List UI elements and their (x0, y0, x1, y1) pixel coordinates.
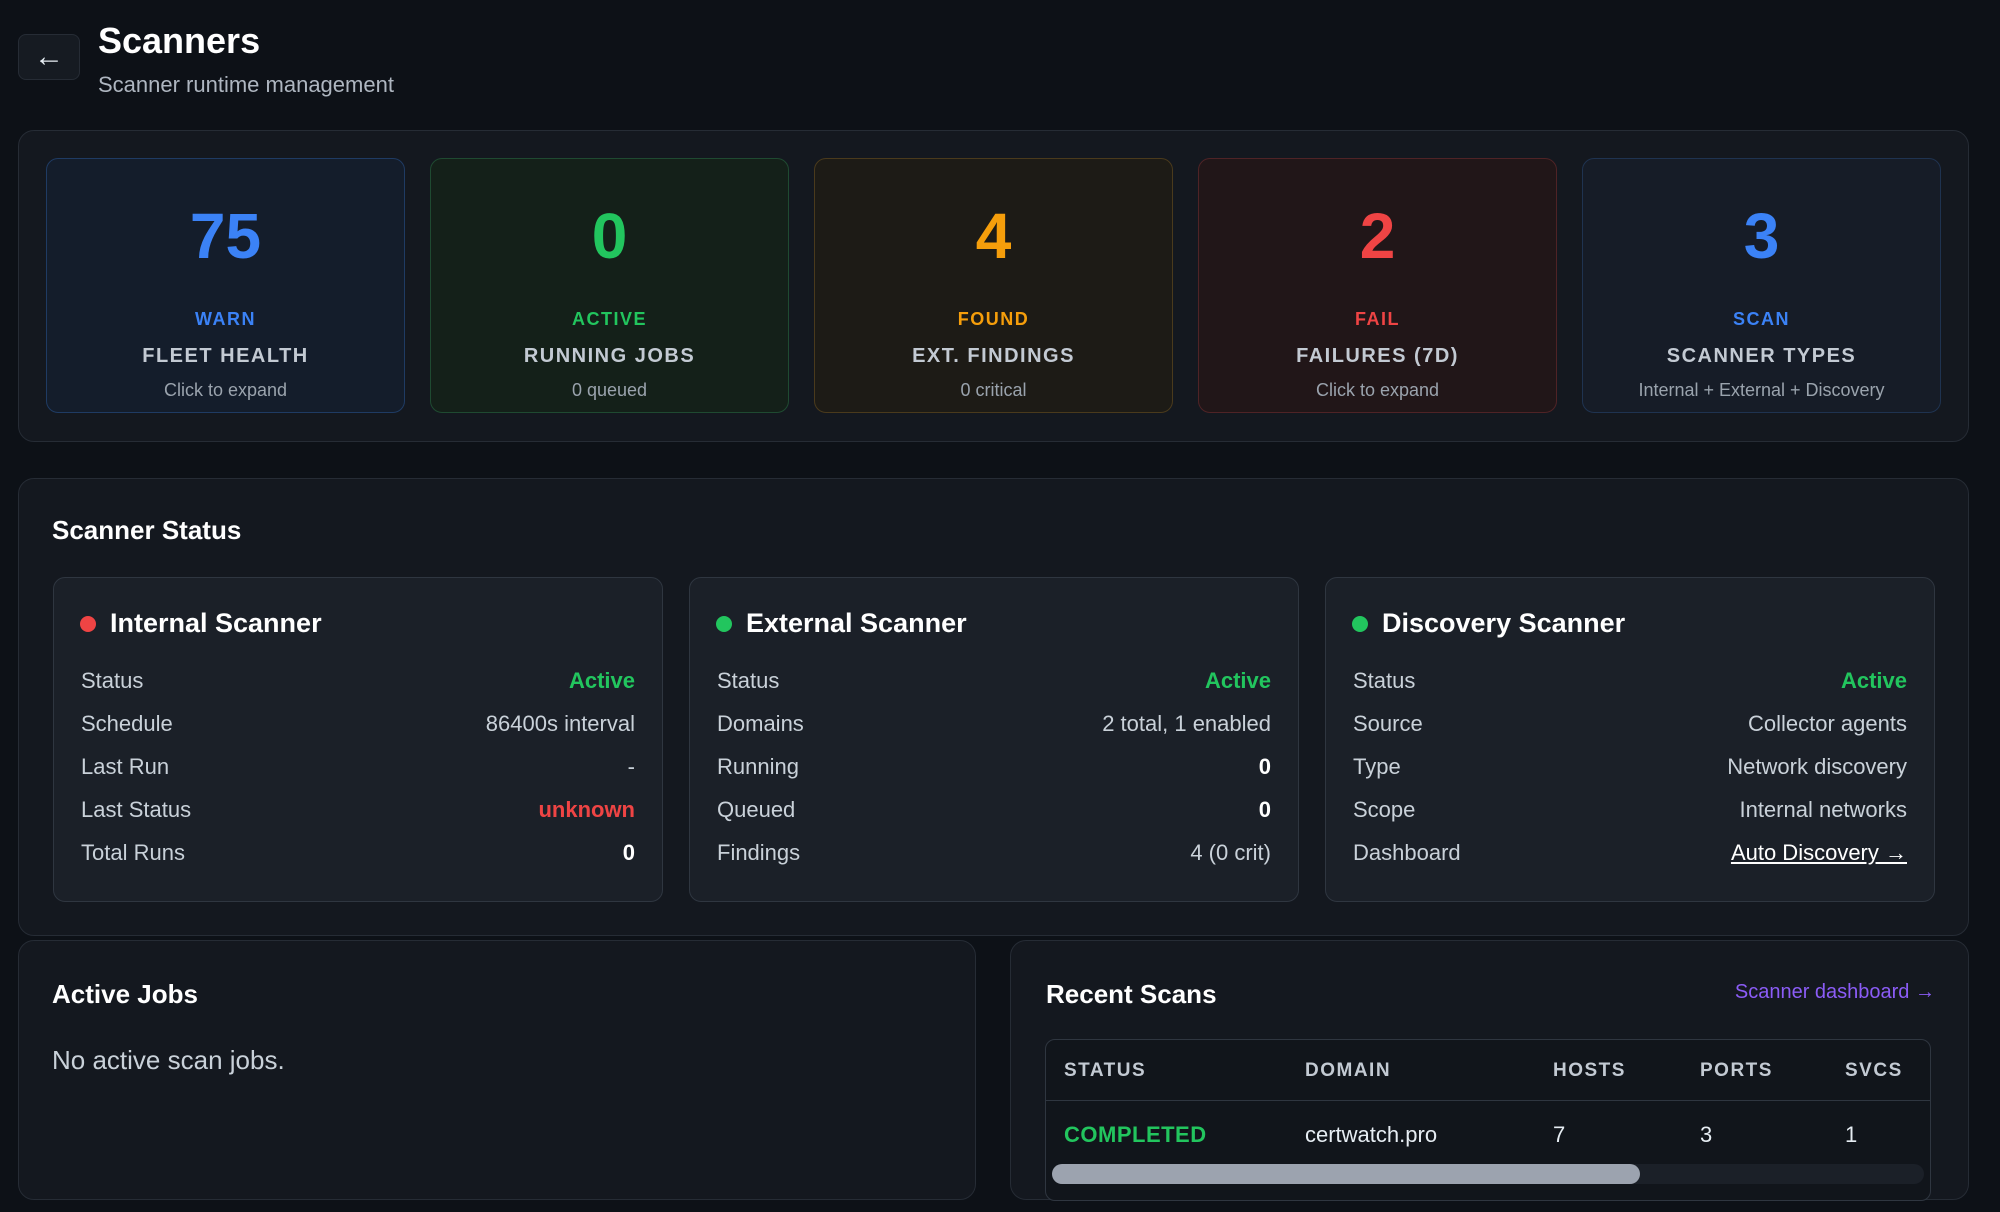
stat-card-running-jobs[interactable]: 0 ACTIVE RUNNING JOBS 0 queued (430, 158, 789, 413)
stat-label: FAILURES (7D) (1296, 345, 1459, 367)
stat-tag: WARN (195, 309, 256, 329)
status-dot-icon (716, 615, 732, 632)
kv-row-status: Status Active (717, 668, 1271, 693)
stat-card-scanner-types[interactable]: 3 SCAN SCANNER TYPES Internal + External… (1582, 158, 1941, 413)
scanner-name: Internal Scanner (110, 608, 322, 638)
kv-row-status: Status Active (1353, 668, 1907, 693)
kv-row-source: Source Collector agents (1353, 711, 1907, 736)
kv-row-schedule: Schedule 86400s interval (81, 711, 635, 736)
scanner-status-title: Scanner Status (52, 515, 242, 545)
stat-label: FLEET HEALTH (142, 345, 309, 367)
scanner-name: Discovery Scanner (1382, 608, 1626, 638)
page-title: Scanners (98, 20, 261, 61)
stat-value: 0 (591, 200, 628, 272)
status-dot-icon (1352, 615, 1368, 632)
arrow-left-icon: ← (34, 40, 64, 73)
stat-label: RUNNING JOBS (523, 345, 696, 367)
stat-card-failures[interactable]: 2 FAIL FAILURES (7D) Click to expand (1198, 158, 1557, 413)
stat-value: 3 (1743, 200, 1780, 272)
column-header-domain[interactable]: DOMAIN (1305, 1060, 1391, 1082)
discovery-scanner-card: Discovery Scanner Status Active Source Col… (1325, 577, 1935, 902)
scanner-status-panel: Scanner Status Internal Scanner Status Ac… (18, 478, 1969, 936)
recent-scans-title: Recent Scans (1046, 979, 1217, 1009)
stat-tag: FOUND (957, 309, 1030, 329)
kv-row-scope: Scope Internal networks (1353, 797, 1907, 822)
active-jobs-panel: Active Jobs No active scan jobs. (18, 940, 976, 1200)
stat-sub: Internal + External + Discovery (1638, 380, 1885, 400)
scan-domain: certwatch.pro (1305, 1122, 1438, 1147)
scan-status: COMPLETED (1064, 1122, 1207, 1147)
column-header-svcs[interactable]: SVCS (1845, 1060, 1903, 1082)
external-scanner-card: External Scanner Status Active Domains 2 t… (689, 577, 1299, 902)
page-subtitle: Scanner runtime management (98, 72, 394, 97)
scan-ports: 3 (1700, 1122, 1713, 1147)
stat-tag: FAIL (1355, 309, 1400, 329)
stat-sub: 0 critical (960, 380, 1027, 400)
scanner-dashboard-link[interactable]: Scanner dashboard → (1735, 981, 1935, 1004)
stat-value: 4 (975, 200, 1012, 272)
scanner-name: External Scanner (746, 608, 967, 638)
column-header-status[interactable]: STATUS (1064, 1060, 1146, 1082)
status-dot-icon (80, 615, 96, 632)
auto-discovery-link[interactable]: Auto Discovery → (1731, 840, 1907, 866)
scan-svcs: 1 (1845, 1122, 1858, 1147)
kv-row-status: Status Active (81, 668, 635, 693)
scan-hosts: 7 (1553, 1122, 1566, 1147)
stat-sub: Click to expand (1315, 380, 1440, 400)
stat-label: SCANNER TYPES (1666, 345, 1857, 367)
kv-row-queued: Queued 0 (717, 797, 1271, 822)
kv-row-domains: Domains 2 total, 1 enabled (717, 711, 1271, 736)
column-header-ports[interactable]: PORTS (1700, 1060, 1773, 1082)
kv-row-findings: Findings 4 (0 crit) (717, 840, 1271, 865)
stat-sub: 0 queued (571, 380, 648, 400)
recent-scans-panel: Recent Scans Scanner dashboard → STATUS … (1010, 940, 1969, 1201)
recent-scans-table: STATUS DOMAIN HOSTS PORTS SVCS COMPLETED… (1045, 1039, 1931, 1201)
kv-row-last-run: Last Run - (81, 754, 635, 779)
kv-row-last-status: Last Status unknown (81, 797, 635, 822)
stat-card-ext-findings[interactable]: 4 FOUND EXT. FINDINGS 0 critical (814, 158, 1173, 413)
stats-panel: 75 WARN FLEET HEALTH Click to expand 0 A… (18, 130, 1969, 442)
kv-row-dashboard: Dashboard Auto Discovery → (1353, 840, 1907, 866)
stat-value: 75 (189, 200, 262, 272)
scrollbar-thumb[interactable] (1052, 1164, 1640, 1184)
internal-scanner-card: Internal Scanner Status Active Schedule 86… (53, 577, 663, 902)
active-jobs-title: Active Jobs (52, 979, 198, 1009)
horizontal-scrollbar[interactable] (1052, 1164, 1924, 1184)
kv-row-running: Running 0 (717, 754, 1271, 779)
column-header-hosts[interactable]: HOSTS (1553, 1060, 1626, 1082)
stat-tag: ACTIVE (571, 309, 647, 329)
stat-card-fleet-health[interactable]: 75 WARN FLEET HEALTH Click to expand (46, 158, 405, 413)
back-button[interactable]: ← (18, 34, 80, 80)
stat-value: 2 (1359, 200, 1396, 272)
kv-row-type: Type Network discovery (1353, 754, 1907, 779)
table-header-divider (1046, 1100, 1930, 1101)
empty-jobs-message: No active scan jobs. (52, 1045, 285, 1075)
kv-row-total-runs: Total Runs 0 (81, 840, 635, 865)
stat-sub: Click to expand (163, 380, 288, 400)
stat-label: EXT. FINDINGS (912, 345, 1075, 367)
stat-tag: SCAN (1732, 309, 1790, 329)
